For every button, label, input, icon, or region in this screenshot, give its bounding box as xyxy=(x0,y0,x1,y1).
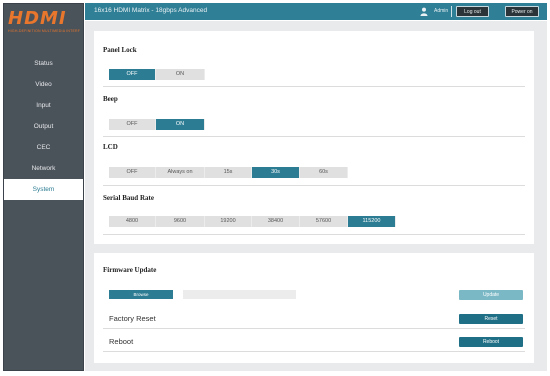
lcd-always-on-button[interactable]: Always on xyxy=(156,167,205,178)
update-button[interactable]: Update xyxy=(459,290,523,300)
lcd-15s-button[interactable]: 15s xyxy=(205,167,252,178)
beep-on-button[interactable]: ON xyxy=(156,119,205,130)
logout-button[interactable]: Log out xyxy=(456,6,489,17)
reset-button[interactable]: Reset xyxy=(459,314,523,324)
sidebar-item-status[interactable]: Status xyxy=(4,53,83,74)
page-title: 16x16 HDMI Matrix - 18gbps Advanced xyxy=(94,7,208,14)
lcd-60s-button[interactable]: 60s xyxy=(300,167,348,178)
hdmi-logo: HDMI HIGH-DEFINITION MULTIMEDIA INTERFAC… xyxy=(8,10,80,38)
sidebar-item-system[interactable]: System xyxy=(4,179,83,200)
baud-38400-button[interactable]: 38400 xyxy=(252,216,300,227)
main-content: Panel Lock OFF ON Beep OFF ON LCD OFF Al… xyxy=(85,21,547,371)
sidebar-item-network[interactable]: Network xyxy=(4,158,83,179)
sidebar-item-output[interactable]: Output xyxy=(4,116,83,137)
sidebar-item-cec[interactable]: CEC xyxy=(4,137,83,158)
power-on-button[interactable]: Power on xyxy=(505,6,539,17)
top-bar: 16x16 HDMI Matrix - 18gbps Advanced Admi… xyxy=(85,3,547,20)
maintenance-panel: Firmware Update Browse Update Factory Re… xyxy=(94,253,534,363)
baud-rate-title: Serial Baud Rate xyxy=(103,194,154,202)
sidebar-nav: Status Video Input Output CEC Network Sy… xyxy=(4,53,83,200)
baud-4800-button[interactable]: 4800 xyxy=(109,216,156,227)
panel-lock-toggle: OFF ON xyxy=(109,69,205,80)
lcd-30s-button[interactable]: 30s xyxy=(252,167,300,178)
divider xyxy=(103,185,525,186)
lcd-title: LCD xyxy=(103,143,118,151)
baud-57600-button[interactable]: 57600 xyxy=(300,216,348,227)
user-icon xyxy=(420,7,428,16)
panel-lock-title: Panel Lock xyxy=(103,46,137,54)
logo-text: HDMI xyxy=(8,8,67,29)
divider xyxy=(103,234,525,235)
sidebar-item-input[interactable]: Input xyxy=(4,95,83,116)
factory-reset-title: Factory Reset xyxy=(109,314,156,323)
lcd-timeout-selector-2: 15s 30s 60s xyxy=(205,167,348,178)
firmware-update-title: Firmware Update xyxy=(103,266,157,274)
lcd-timeout-selector: OFF Always on xyxy=(109,167,205,178)
system-settings-panel: Panel Lock OFF ON Beep OFF ON LCD OFF Al… xyxy=(94,31,534,244)
panel-lock-off-button[interactable]: OFF xyxy=(109,69,156,80)
beep-toggle: OFF ON xyxy=(109,119,205,130)
reboot-title: Reboot xyxy=(109,337,134,346)
baud-19200-button[interactable]: 19200 xyxy=(205,216,252,227)
sidebar: HDMI HIGH-DEFINITION MULTIMEDIA INTERFAC… xyxy=(3,3,84,371)
beep-off-button[interactable]: OFF xyxy=(109,119,156,130)
sidebar-item-video[interactable]: Video xyxy=(4,74,83,95)
baud-rate-selector: 4800 9600 19200 38400 57600 115200 xyxy=(109,216,396,227)
baud-115200-button[interactable]: 115200 xyxy=(348,216,396,227)
topbar-divider xyxy=(451,6,452,17)
baud-9600-button[interactable]: 9600 xyxy=(156,216,205,227)
divider xyxy=(103,351,525,352)
beep-title: Beep xyxy=(103,95,118,103)
logo-subtitle: HIGH-DEFINITION MULTIMEDIA INTERFACE xyxy=(8,29,80,33)
firmware-file-field[interactable] xyxy=(183,290,296,299)
lcd-off-button[interactable]: OFF xyxy=(109,167,156,178)
user-name: Admin xyxy=(434,8,449,14)
reboot-button[interactable]: Reboot xyxy=(459,337,523,347)
panel-lock-on-button[interactable]: ON xyxy=(156,69,205,80)
divider xyxy=(103,136,525,137)
browse-button[interactable]: Browse xyxy=(109,290,173,299)
divider xyxy=(103,328,525,329)
divider xyxy=(103,86,525,87)
